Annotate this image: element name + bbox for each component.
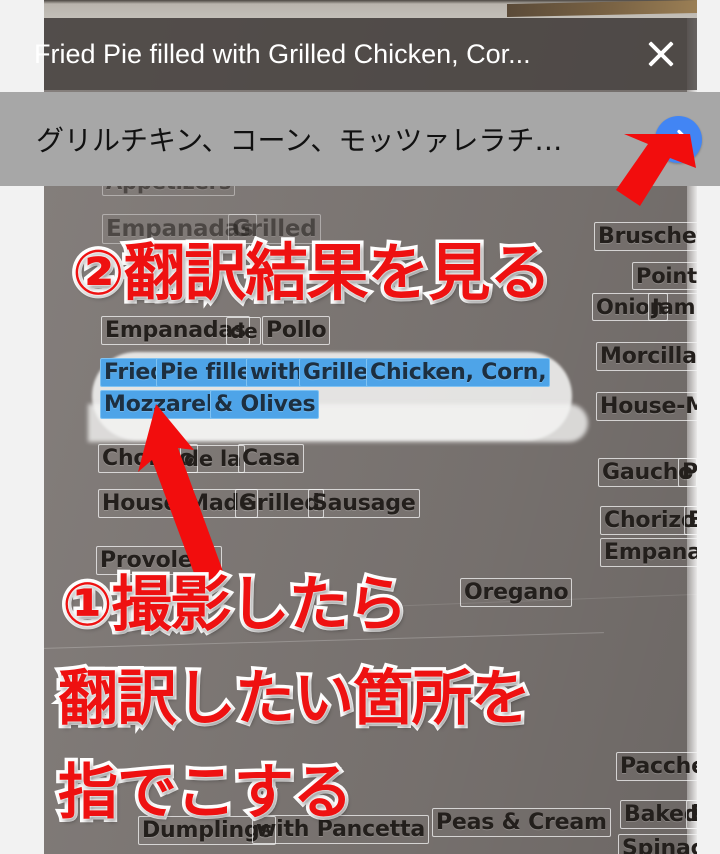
annotation-step-1-line3: 指でこする: [55, 755, 357, 832]
ocr-word[interactable]: Pollo: [262, 316, 331, 345]
ocr-word[interactable]: Morcilla: [596, 342, 697, 371]
ocr-word[interactable]: Pl: [678, 458, 697, 487]
annotation-step-1-line2: 翻訳したい箇所を: [55, 661, 535, 738]
arrow-to-go-button-icon: [616, 134, 696, 206]
annotation-step-1-line1: ①撮影したら: [59, 567, 412, 644]
ocr-word[interactable]: de: [226, 317, 262, 345]
ocr-word[interactable]: B: [684, 506, 697, 535]
ocr-word[interactable]: Empanada: [600, 538, 697, 567]
ocr-word[interactable]: Oregano: [460, 578, 573, 607]
close-icon[interactable]: [625, 18, 697, 90]
ocr-word[interactable]: Chicken, Corn,: [366, 358, 551, 387]
ocr-word[interactable]: Sausage: [308, 489, 420, 518]
ocr-word[interactable]: P: [686, 800, 697, 829]
ocr-word[interactable]: Chorizo,: [600, 506, 697, 535]
annotation-step-2: ②翻訳結果を見る: [69, 233, 555, 313]
ocr-word[interactable]: Points: [632, 262, 697, 290]
ocr-word[interactable]: House-Mad: [596, 392, 697, 421]
ocr-word[interactable]: Paccheri: [616, 752, 697, 781]
overlay-header: Fried Pie filled with Grilled Chicken, C…: [34, 18, 697, 90]
page-title: Fried Pie filled with Grilled Chicken, C…: [34, 38, 531, 69]
ocr-word[interactable]: Spinach: [618, 834, 697, 854]
screen: AppetizersEmpanadasGrilledEmpanadasdePol…: [0, 0, 720, 854]
ocr-word[interactable]: Peas & Cream: [432, 808, 611, 837]
ocr-word[interactable]: Jam.: [648, 293, 697, 321]
ocr-word[interactable]: Bruschetta: [594, 222, 697, 251]
